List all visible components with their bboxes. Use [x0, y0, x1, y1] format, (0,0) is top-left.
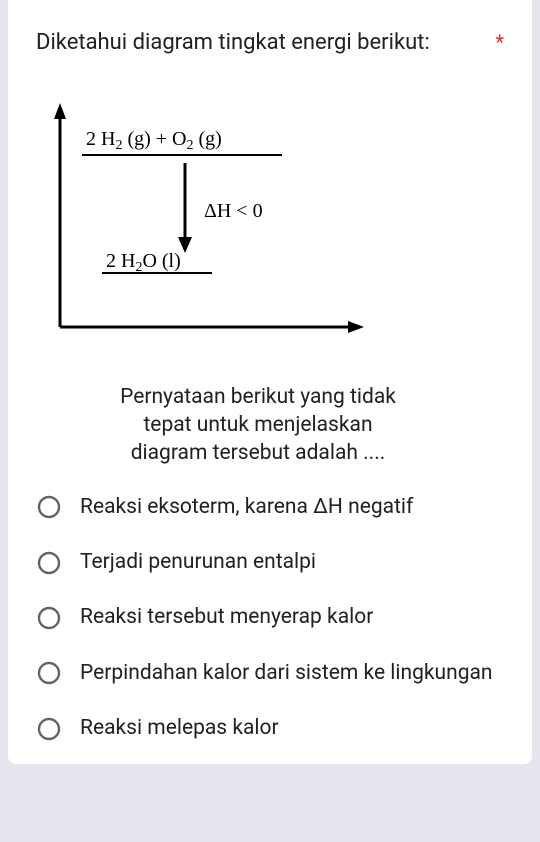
option-label: Terjadi penurunan entalpi [80, 549, 316, 576]
option-label: Reaksi tersebut menyerap kalor [80, 604, 373, 631]
diagram-dh-label: ΔH < 0 [204, 200, 263, 222]
question-subprompt: Pernyataan berikut yang tidak tepat untu… [36, 383, 480, 468]
option-2[interactable]: Reaksi tersebut menyerap kalor [36, 590, 504, 645]
diagram-products-label: 2 H2O (l) [106, 250, 181, 275]
option-0[interactable]: Reaksi eksoterm, karena ΔH negatif [36, 480, 504, 535]
diagram-reactants-label: 2 H2 (g) + O2 (g) [86, 128, 222, 153]
radio-icon [36, 550, 62, 576]
required-asterisk: * [495, 32, 504, 52]
question-card: Diketahui diagram tingkat energi berikut… [8, 0, 532, 764]
option-label: Perpindahan kalor dari sistem ke lingkun… [80, 660, 493, 687]
subprompt-line2: tepat untuk menjelaskan [143, 413, 372, 437]
option-3[interactable]: Perpindahan kalor dari sistem ke lingkun… [36, 646, 504, 701]
radio-icon [36, 716, 62, 742]
radio-icon [36, 605, 62, 631]
option-4[interactable]: Reaksi melepas kalor [36, 701, 504, 756]
energy-diagram-svg: 2 H2 (g) + O2 (g) ΔH < 0 2 H2O (l) [40, 95, 380, 355]
question-header: Diketahui diagram tingkat energi berikut… [36, 28, 504, 59]
question-title: Diketahui diagram tingkat energi berikut… [36, 28, 483, 59]
subprompt-line3: diagram tersebut adalah .... [131, 441, 386, 465]
options-group: Reaksi eksoterm, karena ΔH negatif Terja… [36, 480, 504, 756]
option-1[interactable]: Terjadi penurunan entalpi [36, 535, 504, 590]
option-label: Reaksi melepas kalor [80, 715, 279, 742]
radio-icon [36, 660, 62, 686]
option-label: Reaksi eksoterm, karena ΔH negatif [80, 494, 413, 521]
energy-diagram: 2 H2 (g) + O2 (g) ΔH < 0 2 H2O (l) [40, 95, 504, 359]
subprompt-line1: Pernyataan berikut yang tidak [120, 385, 396, 409]
radio-icon [36, 494, 62, 520]
